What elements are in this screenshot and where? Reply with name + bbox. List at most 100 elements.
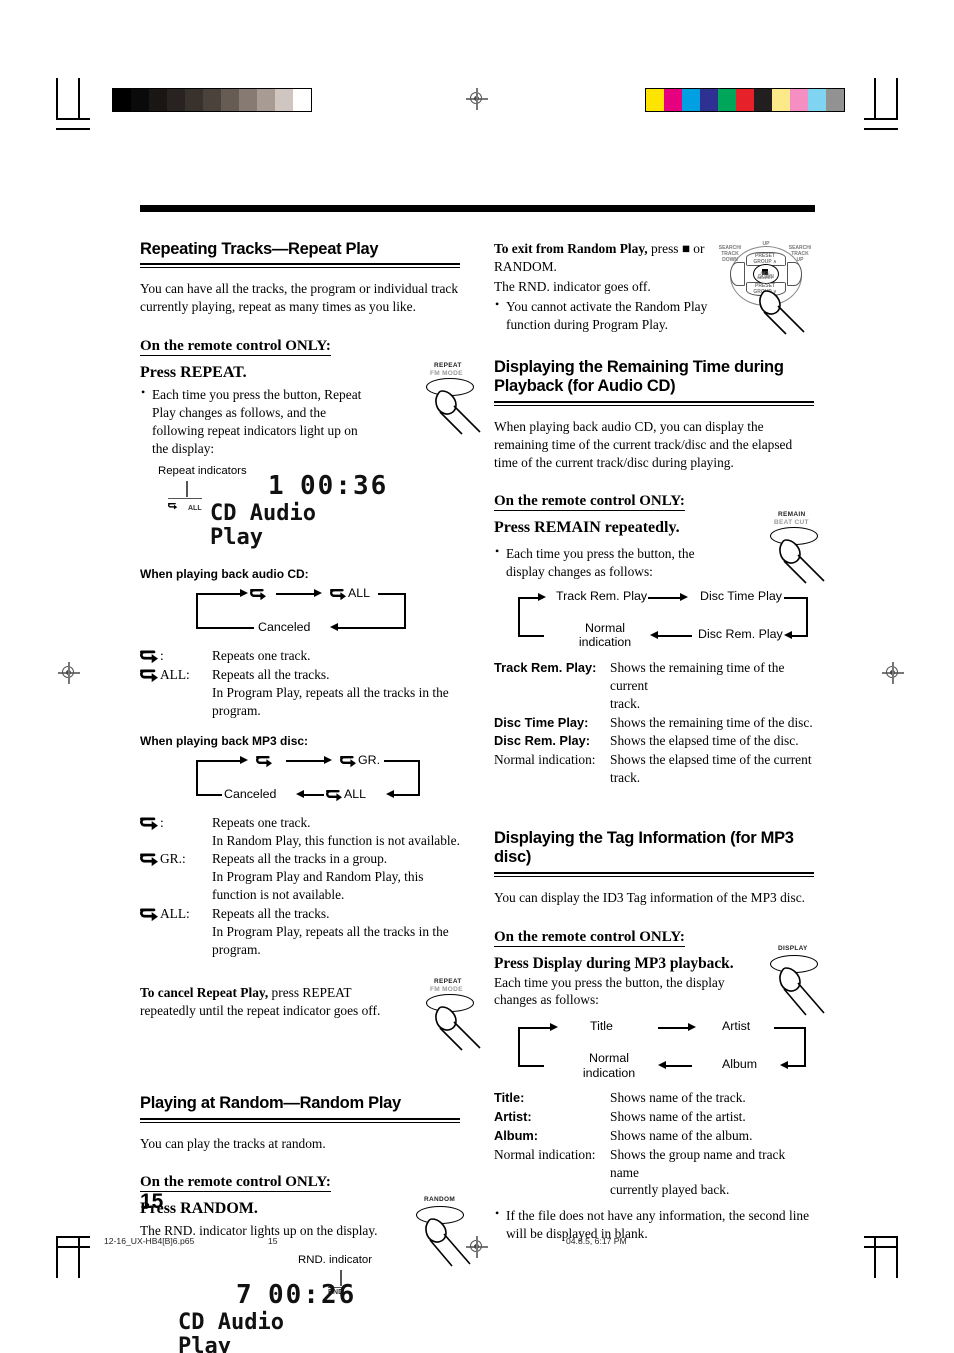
- button-illustration-repeat-2: REPEAT FM MODE: [418, 978, 492, 1052]
- crop-mark-br-v: [874, 1236, 876, 1278]
- lcd-track-number: 7: [236, 1280, 254, 1311]
- definition-key: :: [140, 814, 212, 850]
- footer-date: 04.8.5, 6:17 PM: [566, 1236, 627, 1246]
- button-illustration-display: DISPLAY: [762, 945, 834, 1017]
- flow-line: [786, 1065, 804, 1068]
- definition-row: Track Rem. Play: Shows the remaining tim…: [494, 659, 814, 712]
- definition-line: Shows name of the artist.: [610, 1109, 746, 1125]
- repeat-icon: [140, 669, 158, 682]
- repeat-icon: [330, 589, 346, 601]
- repeat-bullet-1: Each time you press the button, Repeat P…: [140, 385, 460, 457]
- repeat-icon: [140, 817, 158, 830]
- section-heading-repeat-play: Repeating Tracks—Repeat Play: [140, 240, 379, 258]
- dpad-label-left: SEARCH/TRACK DOWN: [718, 245, 742, 263]
- heading-rule: [494, 400, 814, 406]
- definition-value: Shows the group name and track name curr…: [610, 1146, 814, 1199]
- color-patch: [790, 89, 808, 111]
- flow-line: [384, 759, 420, 762]
- tag-intro-text: You can display the ID3 Tag information …: [494, 889, 805, 905]
- flow-line: [378, 593, 406, 596]
- right-column: To exit from Random Play, press ■ or RAN…: [494, 240, 825, 1353]
- flow-diagram-remain: Track Rem. Play Disc Time Play Disc Rem.…: [494, 589, 814, 655]
- flow-node-all: ALL: [344, 786, 367, 801]
- flow-arrow-right: [538, 593, 546, 602]
- definition-key: Artist:: [494, 1109, 532, 1125]
- audio-cd-caption: When playing back audio CD:: [140, 567, 309, 582]
- flow-node-title: Title: [590, 1019, 613, 1034]
- cancel-repeat-paragraph: To cancel Repeat Play, press REPEAT repe…: [140, 984, 460, 1020]
- lcd-display-repeat: Repeat indicators ALL 1 00:36 CD Audio P…: [140, 465, 460, 557]
- repeat-icon: [250, 589, 266, 601]
- flow-arrow-left: [296, 789, 304, 798]
- crop-mark-tl-corner-v: [56, 78, 58, 120]
- definition-line: Shows the elapsed time of the disc.: [610, 733, 799, 749]
- definition-line: Shows the group name and track name: [610, 1146, 786, 1180]
- flow-line: [196, 793, 222, 796]
- lcd-line-2: Play: [210, 525, 263, 551]
- definition-line: In Program Play, repeats all the tracks …: [212, 685, 449, 701]
- section-heading-random-play: Playing at Random—Random Play: [140, 1094, 401, 1113]
- flow-line: [196, 593, 242, 596]
- crop-mark-tl-h: [56, 128, 90, 130]
- flow-line: [784, 597, 808, 600]
- audio-cd-definitions: : Repeats one track. ALL: Repeats all th…: [140, 647, 460, 719]
- definition-key: :: [140, 647, 212, 665]
- section-heading-remaining-time: Displaying the Remaining Time during Pla…: [494, 358, 784, 396]
- button-illustration-remain: REMAIN BEAT CUT: [762, 511, 834, 584]
- crop-mark-br-corner-h: [864, 1236, 898, 1238]
- flow-arrow-left: [386, 789, 394, 798]
- definition-key-label: ALL:: [160, 667, 190, 683]
- definition-line: Shows name of the track.: [610, 1090, 746, 1106]
- definition-line: In Program Play, repeats all the tracks …: [212, 923, 449, 939]
- manual-page: Repeating Tracks—Repeat Play You can hav…: [0, 0, 954, 1353]
- button-label-repeat: REPEAT: [434, 978, 462, 986]
- flow-line: [664, 1065, 692, 1068]
- definition-line: program.: [212, 941, 261, 957]
- definition-value: Repeats all the tracks in a group. In Pr…: [212, 850, 460, 903]
- color-patch: [664, 89, 682, 111]
- dpad-right-segment: [787, 262, 802, 286]
- definition-row: Disc Rem. Play: Shows the elapsed time o…: [494, 732, 814, 750]
- color-patch: [826, 89, 844, 111]
- definition-line: track.: [610, 695, 641, 711]
- rnd-indicator-caption: RND. indicator: [298, 1254, 373, 1267]
- flow-arrow-right: [240, 755, 248, 764]
- repeat-icon: [326, 789, 342, 801]
- lcd-time: 00:26: [268, 1280, 357, 1311]
- flow-arrow-right: [324, 755, 332, 764]
- finger-pointer-icon: [776, 965, 836, 1017]
- button-label-repeat: REPEAT: [434, 362, 462, 369]
- definition-line: Shows name of the album.: [610, 1127, 753, 1143]
- flow-line: [404, 593, 406, 630]
- flow-line: [518, 597, 520, 638]
- button-label-fm-mode: FM MODE: [430, 986, 463, 994]
- callout-leader-line: [186, 481, 188, 498]
- button-label-random: RANDOM: [424, 1196, 456, 1204]
- mp3-disc-caption: When playing back MP3 disc:: [140, 733, 309, 748]
- definition-value: Repeats all the tracks. In Program Play,…: [212, 666, 460, 719]
- gray-patch: [257, 89, 275, 111]
- lcd-line-1: CD Audio: [210, 501, 316, 527]
- flow-line: [276, 593, 316, 596]
- flow-line: [286, 759, 326, 762]
- gray-patch: [275, 89, 293, 111]
- definition-value: Repeats one track.: [212, 647, 460, 665]
- flow-arrow-left: [658, 1061, 666, 1070]
- definition-value: Shows name of the artist.: [610, 1108, 814, 1126]
- definition-line: currently played back.: [610, 1182, 730, 1198]
- gray-patch: [149, 89, 167, 111]
- lcd-track-number: 1: [268, 471, 286, 502]
- definition-value: Shows name of the album.: [610, 1127, 814, 1145]
- finger-pointer-icon: [432, 1004, 492, 1052]
- flow-arrow-right: [688, 1023, 696, 1032]
- dpad-label-center: SET/SELECT: [757, 270, 773, 280]
- gray-patch: [113, 89, 131, 111]
- gray-patch: [239, 89, 257, 111]
- crop-mark-bl-h: [56, 1246, 90, 1248]
- definition-row: : Repeats one track. In Random Play, thi…: [140, 814, 460, 850]
- definition-line: program.: [212, 702, 261, 718]
- crop-mark-bl-v: [78, 1236, 80, 1278]
- repeat-all-indicator: ALL: [168, 498, 202, 512]
- definition-line: Repeats all the tracks.: [212, 667, 330, 683]
- gray-patch: [131, 89, 149, 111]
